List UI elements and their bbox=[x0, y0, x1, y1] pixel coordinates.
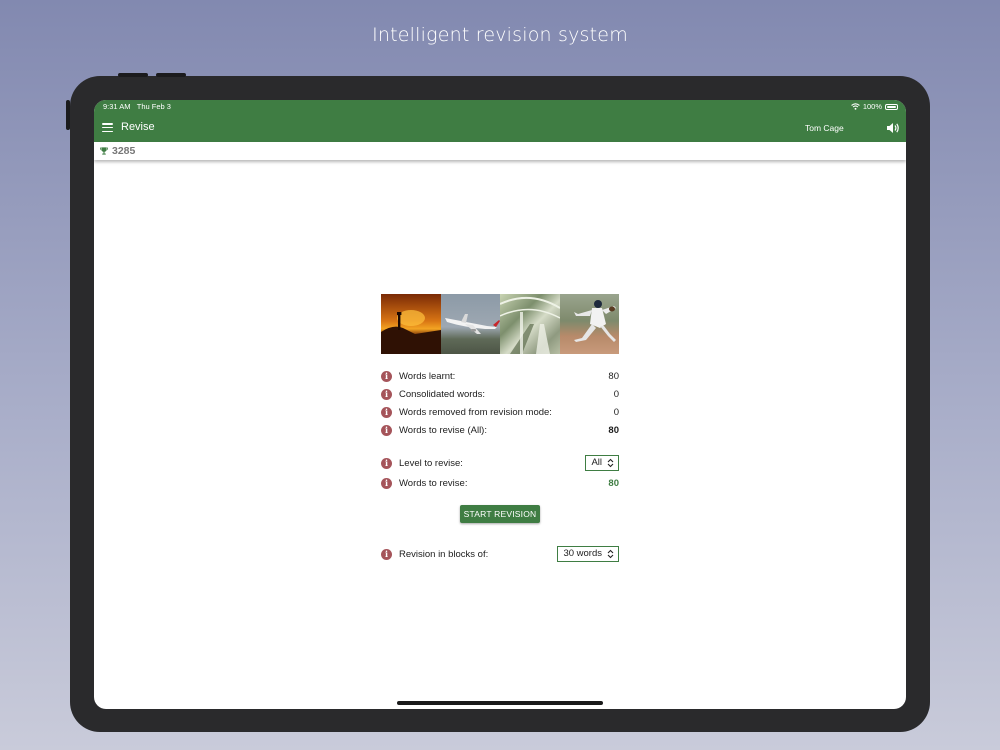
stat-value: 80 bbox=[608, 371, 619, 382]
level-select[interactable]: All bbox=[585, 455, 619, 471]
headline: Intelligent revision system bbox=[372, 24, 628, 46]
stat-consolidated-words: i Consolidated words: 0 bbox=[381, 388, 619, 402]
stat-label: Consolidated words: bbox=[399, 389, 486, 400]
stat-value: 0 bbox=[613, 407, 619, 418]
station-photo bbox=[500, 294, 560, 354]
stat-words-removed: i Words removed from revision mode: 0 bbox=[381, 406, 619, 420]
battery-icon bbox=[885, 103, 898, 110]
words-to-revise-row: i Words to revise: 80 bbox=[381, 477, 619, 491]
info-icon[interactable]: i bbox=[381, 407, 392, 418]
status-bar: 9:31 AM Thu Feb 3 100% bbox=[94, 100, 906, 114]
chevron-up-down-icon bbox=[607, 549, 614, 559]
speaker-icon[interactable] bbox=[886, 121, 900, 135]
banner-image bbox=[381, 294, 619, 354]
words-to-revise-value: 80 bbox=[608, 478, 619, 489]
blocks-label: Revision in blocks of: bbox=[399, 549, 489, 560]
score-value: 3285 bbox=[112, 145, 136, 157]
battery-percent: 100% bbox=[862, 102, 882, 111]
info-icon[interactable]: i bbox=[381, 549, 392, 560]
stat-label: Words to revise (All): bbox=[399, 425, 487, 436]
info-icon[interactable]: i bbox=[381, 389, 392, 400]
hamburger-icon[interactable] bbox=[102, 123, 113, 133]
blocks-selected-value: 30 words bbox=[563, 548, 602, 559]
words-to-revise-label: Words to revise: bbox=[399, 478, 468, 489]
level-label: Level to revise: bbox=[399, 458, 463, 469]
blocks-select[interactable]: 30 words bbox=[557, 546, 619, 562]
power-button bbox=[66, 100, 70, 130]
start-revision-button[interactable]: START REVISION bbox=[460, 505, 540, 523]
info-icon[interactable]: i bbox=[381, 371, 392, 382]
app-bar: Revise Tom Cage bbox=[94, 114, 906, 142]
chevron-up-down-icon bbox=[607, 458, 614, 468]
info-icon[interactable]: i bbox=[381, 478, 392, 489]
airplane-photo bbox=[440, 294, 500, 354]
stat-value: 80 bbox=[608, 425, 619, 436]
home-indicator[interactable] bbox=[397, 701, 603, 705]
wifi-icon bbox=[851, 103, 860, 110]
info-icon[interactable]: i bbox=[381, 425, 392, 436]
revision-blocks-row: i Revision in blocks of: 30 words bbox=[381, 546, 619, 562]
app-screen: 9:31 AM Thu Feb 3 100% Revise Tom Cage 3… bbox=[94, 100, 906, 709]
volume-button bbox=[118, 73, 148, 77]
stat-value: 0 bbox=[613, 389, 619, 400]
trophy-icon bbox=[100, 147, 108, 155]
level-to-revise-row: i Level to revise: All bbox=[381, 455, 619, 471]
status-time: 9:31 AM Thu Feb 3 bbox=[103, 102, 171, 111]
stat-label: Words removed from revision mode: bbox=[399, 407, 552, 418]
score-bar: 3285 bbox=[94, 142, 906, 160]
baseball-pitcher-photo bbox=[559, 294, 619, 354]
volume-button bbox=[156, 73, 186, 77]
stat-words-to-revise-all: i Words to revise (All): 80 bbox=[381, 424, 619, 438]
page-title: Revise bbox=[121, 121, 155, 133]
sunset-lighthouse-photo bbox=[381, 294, 441, 354]
stat-label: Words learnt: bbox=[399, 371, 456, 382]
level-selected-value: All bbox=[591, 457, 602, 468]
info-icon[interactable]: i bbox=[381, 458, 392, 469]
user-name[interactable]: Tom Cage bbox=[805, 123, 844, 133]
stat-words-learnt: i Words learnt: 80 bbox=[381, 370, 619, 384]
status-right: 100% bbox=[851, 102, 898, 111]
